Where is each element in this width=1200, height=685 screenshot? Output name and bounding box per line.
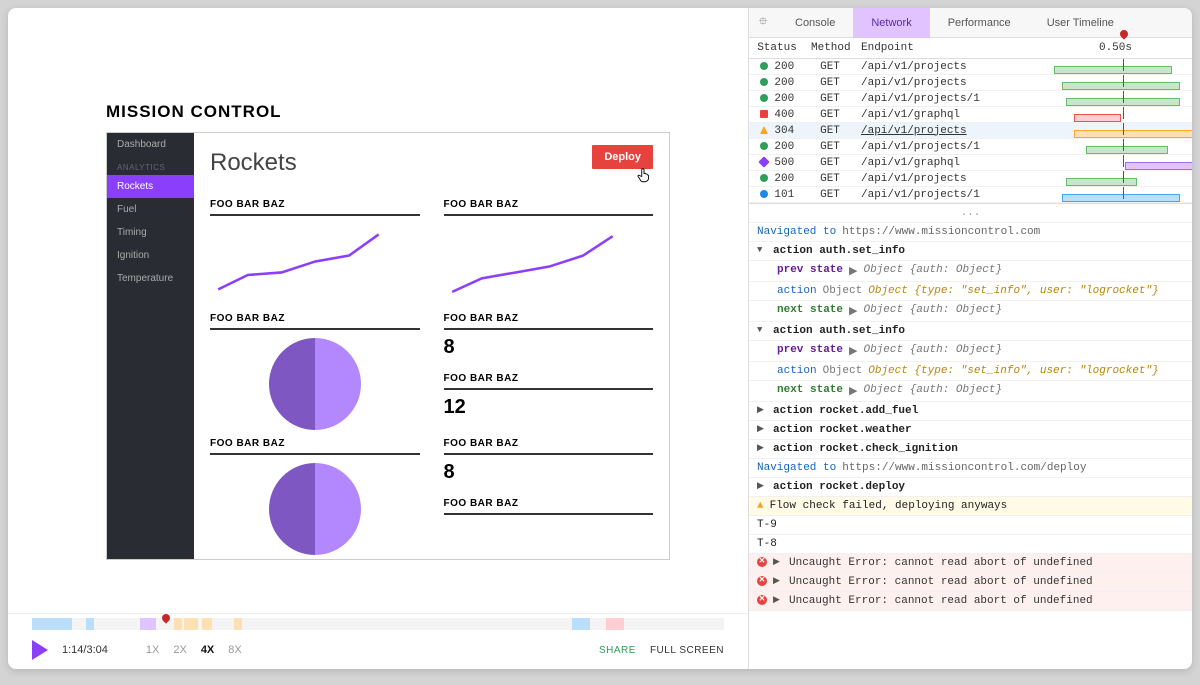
expand-arrow-icon[interactable]: ▶ (757, 405, 767, 415)
tab-console[interactable]: Console (777, 8, 853, 38)
tab-network[interactable]: Network (853, 8, 929, 38)
share-button[interactable]: SHARE (599, 645, 636, 656)
speed-8x[interactable]: 8X (228, 644, 241, 656)
card-heading: FOO BAR BAZ (444, 369, 654, 390)
sidebar-item-rockets[interactable]: Rockets (107, 175, 194, 198)
error-icon: ✕ (757, 576, 767, 586)
tab-performance[interactable]: Performance (930, 8, 1029, 38)
expand-arrow-icon[interactable]: ▶ (757, 424, 767, 434)
sidebar-heading-analytics: ANALYTICS (107, 156, 194, 175)
expand-arrow-icon[interactable]: ▼ (757, 245, 767, 255)
cursor-hand-icon (635, 165, 653, 185)
expand-arrow-icon[interactable]: ▶ (757, 443, 767, 453)
timeline-track[interactable] (32, 618, 724, 630)
error-icon: ✕ (757, 595, 767, 605)
sidebar-item-ignition[interactable]: Ignition (107, 244, 194, 267)
warning-icon: ▲ (757, 500, 764, 512)
card-heading: FOO BAR BAZ (444, 494, 654, 515)
line-chart (210, 216, 387, 306)
pie-chart (269, 463, 361, 555)
console-panel[interactable]: ... Navigated to https://www.missioncont… (749, 203, 1192, 669)
card-heading: FOO BAR BAZ (210, 309, 420, 330)
playback-time: 1:14/3:04 (62, 644, 108, 656)
console-ellipsis: ... (749, 204, 1192, 223)
sidebar-item-fuel[interactable]: Fuel (107, 198, 194, 221)
sidebar-item-dashboard[interactable]: Dashboard (107, 133, 194, 156)
network-table[interactable]: 200GET/api/v1/projects 200GET/api/v1/pro… (749, 59, 1192, 203)
speed-2x[interactable]: 2X (173, 644, 186, 656)
playhead-marker-icon[interactable] (160, 612, 171, 623)
network-row[interactable]: 101GET/api/v1/projects/1 (749, 187, 1192, 203)
card-heading: FOO BAR BAZ (444, 195, 654, 216)
expand-arrow-icon[interactable]: ▶ (757, 481, 767, 491)
card-heading: FOO BAR BAZ (444, 434, 654, 455)
speed-1x[interactable]: 1X (146, 644, 159, 656)
metric-value: 8 (444, 330, 654, 369)
sidebar-item-timing[interactable]: Timing (107, 221, 194, 244)
card-heading: FOO BAR BAZ (210, 195, 420, 216)
play-button-icon[interactable] (32, 640, 48, 660)
metric-value: 8 (444, 455, 654, 494)
error-icon: ✕ (757, 557, 767, 567)
tab-user-timeline[interactable]: User Timeline (1029, 8, 1132, 38)
sidebar-item-temperature[interactable]: Temperature (107, 267, 194, 290)
network-header: Status Method Endpoint 0.50s (749, 38, 1192, 59)
card-heading: FOO BAR BAZ (210, 434, 420, 455)
page-title: Rockets (210, 145, 653, 195)
card-heading: FOO BAR BAZ (444, 309, 654, 330)
speed-4x[interactable]: 4X (201, 644, 214, 656)
brand-title: MISSION CONTROL (8, 28, 748, 132)
playback-timeline: 1:14/3:04 1X 2X 4X 8X SHARE FULL SCREEN (8, 613, 748, 669)
expand-arrow-icon[interactable]: ▼ (757, 325, 767, 335)
app-sidebar: Dashboard ANALYTICS Rockets Fuel Timing … (107, 133, 194, 559)
app-preview: Dashboard ANALYTICS Rockets Fuel Timing … (106, 132, 670, 560)
line-chart (444, 216, 621, 306)
inspect-icon[interactable]: ⯐ (749, 13, 777, 32)
fullscreen-button[interactable]: FULL SCREEN (650, 645, 724, 656)
pie-chart (269, 338, 361, 430)
metric-value: 12 (444, 390, 654, 429)
